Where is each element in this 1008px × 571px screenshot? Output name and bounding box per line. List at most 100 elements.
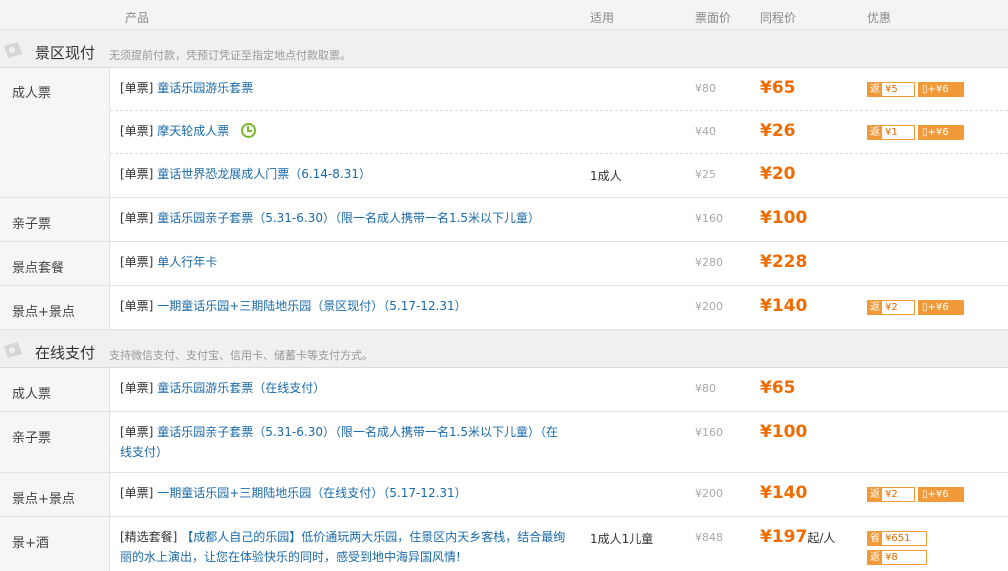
product-cell: [单票] 童话乐园游乐套票 <box>120 78 253 98</box>
table-row[interactable]: [单票] 单人行年卡 ¥280 ¥228 <box>110 242 1008 285</box>
category-label: 景点+景点 <box>12 305 75 320</box>
product-link[interactable]: 童话乐园亲子套票（5.31-6.30）（限一名成人携带一名1.5米以下儿童） <box>157 211 540 225</box>
mobile-bonus-badge: ▯+¥6 <box>918 487 964 502</box>
promo-badges: 省 ¥651 返 ¥8 <box>867 531 930 571</box>
tc-price: ¥65 <box>760 78 796 98</box>
category-cell: 景点套餐 <box>0 242 110 285</box>
product-tag: [单票] <box>120 486 154 500</box>
product-cell: [单票] 童话乐园亲子套票（5.31-6.30）（限一名成人携带一名1.5米以下… <box>120 208 540 228</box>
product-cell: [单票] 童话世界恐龙展成人门票（6.14-8.31） <box>120 164 371 184</box>
product-link[interactable]: 摩天轮成人票 <box>157 124 229 138</box>
product-link[interactable]: 童话世界恐龙展成人门票（6.14-8.31） <box>157 167 371 181</box>
table-row[interactable]: [单票] 童话乐园游乐套票 ¥80 ¥65 返 ¥5 ▯+¥6 <box>110 68 1008 111</box>
tc-price: ¥228 <box>760 252 808 272</box>
product-cell: [单票] 一期童话乐园+三期陆地乐园（景区现付）（5.17-12.31） <box>120 296 467 316</box>
category-label: 景+酒 <box>12 536 49 551</box>
clock-icon <box>241 123 257 138</box>
category-label: 成人票 <box>12 86 52 101</box>
header-product: 产品 <box>125 11 150 25</box>
product-cell: [单票] 童话乐园亲子套票（5.31-6.30）（限一名成人携带一名1.5米以下… <box>120 422 558 462</box>
face-price: ¥160 <box>695 212 723 225</box>
category-label: 景点套餐 <box>12 261 65 276</box>
product-link[interactable]: 一期童话乐园+三期陆地乐园（在线支付）（5.17-12.31） <box>157 486 466 500</box>
face-price: ¥80 <box>695 382 716 395</box>
product-tag: [精选套餐] <box>120 530 178 544</box>
section-pay-at-site: 景区现付 无须提前付款，凭预订凭证至指定地点付款取票。 <box>0 30 1008 68</box>
face-price: ¥40 <box>695 125 716 138</box>
face-price: ¥848 <box>695 531 723 544</box>
header-applies: 适用 <box>590 11 615 25</box>
product-link[interactable]: 单人行年卡 <box>157 255 217 269</box>
product-cell: [单票] 单人行年卡 <box>120 252 217 272</box>
category-cell: 景点+景点 <box>0 473 110 516</box>
product-tag: [单票] <box>120 81 154 95</box>
section-pay-online: 在线支付 支持微信支付、支付宝、信用卡、储蓄卡等支付方式。 <box>0 330 1008 368</box>
tc-price: ¥100 <box>760 422 808 442</box>
group-family-online: 亲子票 [单票] 童话乐园亲子套票（5.31-6.30）（限一名成人携带一名1.… <box>0 412 1008 473</box>
promo-badges: 返 ¥2 ▯+¥6 <box>867 487 967 502</box>
group-hotel-package: 景+酒 [精选套餐] 【成都人自己的乐园】低价通玩两大乐园，住景区内天乡客栈，结… <box>0 517 1008 571</box>
product-tag: [单票] <box>120 381 154 395</box>
product-link-cont[interactable]: 线支付） <box>120 445 168 459</box>
product-desc-cont: 丽的水上演出，让您在体验快乐的同时，感受到地中海异国风情! <box>120 550 461 564</box>
price-suffix: 起/人 <box>807 531 836 545</box>
table-header: 产品 适用 票面价 同程价 优惠 <box>0 0 1008 30</box>
product-desc: 低价通玩两大乐园，住景区内天乡客栈，结合最绚 <box>301 530 566 544</box>
mobile-bonus-badge: ▯+¥6 <box>918 82 964 97</box>
product-link[interactable]: 【成都人自己的乐园】 <box>181 530 301 544</box>
header-face-price: 票面价 <box>695 11 732 25</box>
table-row[interactable]: [单票] 童话乐园亲子套票（5.31-6.30）（限一名成人携带一名1.5米以下… <box>110 198 1008 241</box>
section-desc: 无须提前付款，凭预订凭证至指定地点付款取票。 <box>109 49 351 62</box>
product-tag: [单票] <box>120 255 154 269</box>
table-row[interactable]: [精选套餐] 【成都人自己的乐园】低价通玩两大乐园，住景区内天乡客栈，结合最绚 … <box>110 517 1008 571</box>
product-tag: [单票] <box>120 299 154 313</box>
product-cell: [单票] 童话乐园游乐套票（在线支付） <box>120 378 325 398</box>
face-price: ¥280 <box>695 256 723 269</box>
section-title: 景区现付 <box>35 44 96 62</box>
category-cell: 景点+景点 <box>0 286 110 329</box>
product-link[interactable]: 童话乐园亲子套票（5.31-6.30）（限一名成人携带一名1.5米以下儿童）（在 <box>157 425 558 439</box>
table-row[interactable]: [单票] 一期童话乐园+三期陆地乐园（在线支付）（5.17-12.31） ¥20… <box>110 473 1008 516</box>
product-tag: [单票] <box>120 167 154 181</box>
mobile-bonus-badge: ▯+¥6 <box>918 125 964 140</box>
face-price: ¥80 <box>695 82 716 95</box>
group-combo-online: 景点+景点 [单票] 一期童话乐园+三期陆地乐园（在线支付）（5.17-12.3… <box>0 473 1008 517</box>
tc-price-value: ¥197 <box>760 527 808 547</box>
table-row[interactable]: [单票] 童话乐园亲子套票（5.31-6.30）（限一名成人携带一名1.5米以下… <box>110 412 1008 472</box>
tc-price: ¥20 <box>760 164 796 184</box>
header-tc-price: 同程价 <box>760 11 797 25</box>
product-tag: [单票] <box>120 425 154 439</box>
table-row[interactable]: [单票] 童话乐园游乐套票（在线支付） ¥80 ¥65 <box>110 368 1008 411</box>
section-desc: 支持微信支付、支付宝、信用卡、储蓄卡等支付方式。 <box>109 349 373 362</box>
face-price: ¥160 <box>695 426 723 439</box>
category-cell: 亲子票 <box>0 412 110 472</box>
product-link[interactable]: 童话乐园游乐套票（在线支付） <box>157 381 325 395</box>
promo-badges: 返 ¥5 ▯+¥6 <box>867 82 967 97</box>
section-title: 在线支付 <box>35 344 96 362</box>
tc-price: ¥100 <box>760 208 808 228</box>
product-tag: [单票] <box>120 124 154 138</box>
product-link[interactable]: 一期童话乐园+三期陆地乐园（景区现付）（5.17-12.31） <box>157 299 466 313</box>
card-icon <box>4 342 22 358</box>
cashback-badge: 返 ¥5 <box>867 82 915 97</box>
promo-badges: 返 ¥1 ▯+¥6 <box>867 125 967 140</box>
product-cell: [单票] 一期童话乐园+三期陆地乐园（在线支付）（5.17-12.31） <box>120 483 467 503</box>
tc-price: ¥65 <box>760 378 796 398</box>
table-row[interactable]: [单票] 摩天轮成人票 ¥40 ¥26 返 ¥1 ▯+¥6 <box>110 111 1008 154</box>
group-adult: 成人票 [单票] 童话乐园游乐套票 ¥80 ¥65 返 ¥5 ▯+¥6 [单票] 摩… <box>0 68 1008 198</box>
category-cell: 景+酒 <box>0 517 110 571</box>
applies-cell: 1成人 <box>590 169 622 183</box>
table-row[interactable]: [单票] 童话世界恐龙展成人门票（6.14-8.31） 1成人 ¥25 ¥20 <box>110 154 1008 197</box>
table-row[interactable]: [单票] 一期童话乐园+三期陆地乐园（景区现付）（5.17-12.31） ¥20… <box>110 286 1008 329</box>
cashback-badge: 返 ¥8 <box>867 550 927 565</box>
header-promo: 优惠 <box>867 11 892 25</box>
category-label: 亲子票 <box>12 217 52 232</box>
ticket-icon <box>4 42 22 58</box>
category-label: 成人票 <box>12 387 52 402</box>
category-cell: 亲子票 <box>0 198 110 241</box>
group-package: 景点套餐 [单票] 单人行年卡 ¥280 ¥228 <box>0 242 1008 286</box>
ticket-list: 产品 适用 票面价 同程价 优惠 景区现付 无须提前付款，凭预订凭证至指定地点付… <box>0 0 1008 571</box>
mobile-bonus-badge: ▯+¥6 <box>918 300 964 315</box>
face-price: ¥200 <box>695 300 723 313</box>
product-link[interactable]: 童话乐园游乐套票 <box>157 81 253 95</box>
